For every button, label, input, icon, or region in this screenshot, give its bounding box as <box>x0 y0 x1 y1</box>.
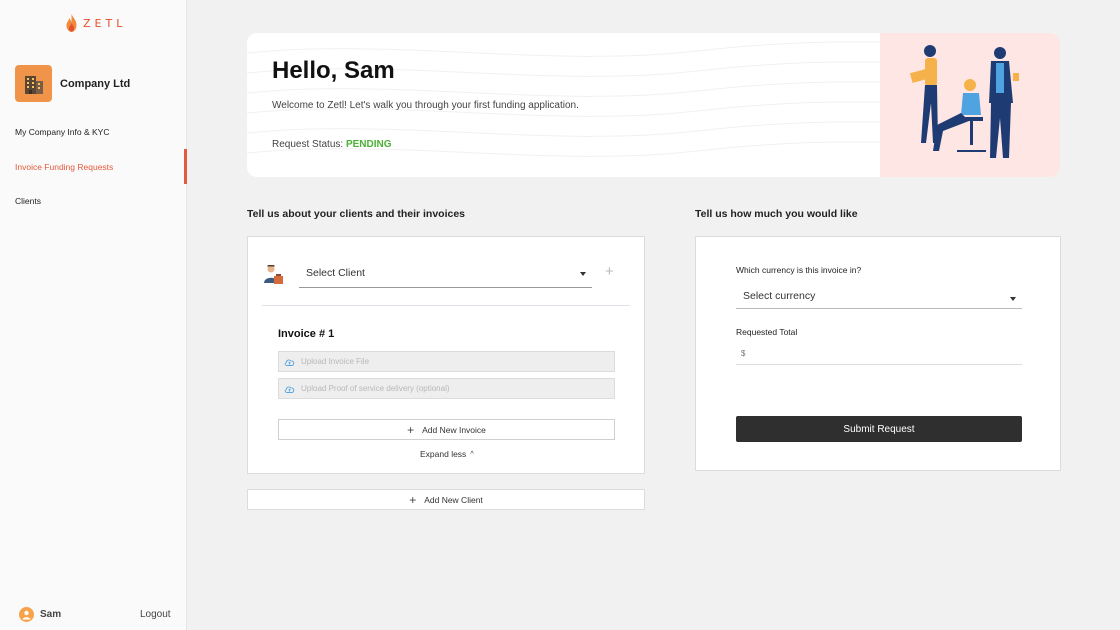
welcome-text: Welcome to Zetl! Let's walk you through … <box>272 100 579 111</box>
upload-invoice-field[interactable]: Upload Invoice File <box>278 351 615 372</box>
chevron-down-icon <box>1010 297 1016 301</box>
team-illustration <box>909 45 1019 158</box>
welcome-banner: Hello, Sam Welcome to Zetl! Let's walk y… <box>247 33 1060 177</box>
chevron-up-icon: ^ <box>470 450 474 458</box>
request-status: Request Status: PENDING <box>272 139 392 150</box>
requested-total-input[interactable] <box>736 343 1022 365</box>
add-invoice-label: Add New Invoice <box>422 424 486 435</box>
user-avatar-icon <box>19 607 34 622</box>
add-client-label: Add New Client <box>424 494 483 505</box>
funding-card: Which currency is this invoice in? Selec… <box>695 236 1061 471</box>
upload-proof-text: Upload Proof of service delivery (option… <box>301 384 450 393</box>
user-name: Sam <box>40 609 62 620</box>
select-currency-value: Select currency <box>743 290 816 302</box>
client-row: Select Client + <box>262 261 630 291</box>
cloud-upload-icon <box>284 358 295 366</box>
expand-less-label: Expand less <box>420 449 467 459</box>
company-building-icon <box>15 65 52 102</box>
page-title: Hello, Sam <box>272 57 395 84</box>
expand-less-toggle[interactable]: Expand less ^ <box>420 449 474 459</box>
select-currency-dropdown[interactable]: Select currency <box>736 286 1022 309</box>
select-client-dropdown[interactable]: Select Client <box>299 261 592 288</box>
client-person-icon <box>264 265 283 284</box>
chevron-down-icon <box>580 272 586 276</box>
submit-request-button[interactable]: Submit Request <box>736 416 1022 442</box>
sidebar-item-company-info[interactable]: My Company Info & KYC <box>15 127 109 137</box>
requested-total-label: Requested Total <box>736 327 798 337</box>
add-invoice-button[interactable]: + Add New Invoice <box>278 419 615 440</box>
active-indicator <box>184 149 187 184</box>
currency-question: Which currency is this invoice in? <box>736 265 862 275</box>
upload-invoice-text: Upload Invoice File <box>301 357 370 366</box>
clients-section-title: Tell us about your clients and their inv… <box>247 208 466 220</box>
company-profile[interactable]: Company Ltd <box>15 65 130 102</box>
add-client-button[interactable]: + Add New Client <box>247 489 645 510</box>
plus-icon: + <box>409 492 417 507</box>
client-card: Select Client + Invoice # 1 Upload Invoi… <box>247 236 645 474</box>
funding-section-title: Tell us how much you would like <box>695 208 858 220</box>
logo-text: ZETL <box>83 16 127 30</box>
cloud-upload-icon <box>284 385 295 393</box>
divider <box>262 305 630 306</box>
logout-link[interactable]: Logout <box>140 609 171 620</box>
status-label: Request Status: <box>272 139 346 150</box>
status-badge: PENDING <box>345 139 392 150</box>
company-name: Company Ltd <box>60 77 131 90</box>
upload-proof-field[interactable]: Upload Proof of service delivery (option… <box>278 378 615 399</box>
invoice-title: Invoice # 1 <box>278 328 335 340</box>
flame-icon <box>66 14 77 32</box>
add-client-plus-icon[interactable]: + <box>605 263 614 280</box>
zetl-logo[interactable]: ZETL <box>66 14 126 32</box>
sidebar: ZETL Company Ltd My Company Info & KYC I… <box>0 0 187 630</box>
user-profile[interactable]: Sam <box>19 607 61 622</box>
sidebar-item-invoice-funding-requests[interactable]: Invoice Funding Requests <box>15 162 113 172</box>
select-client-value: Select Client <box>306 267 365 279</box>
sidebar-item-clients[interactable]: Clients <box>15 196 41 206</box>
plus-icon: + <box>407 422 415 437</box>
